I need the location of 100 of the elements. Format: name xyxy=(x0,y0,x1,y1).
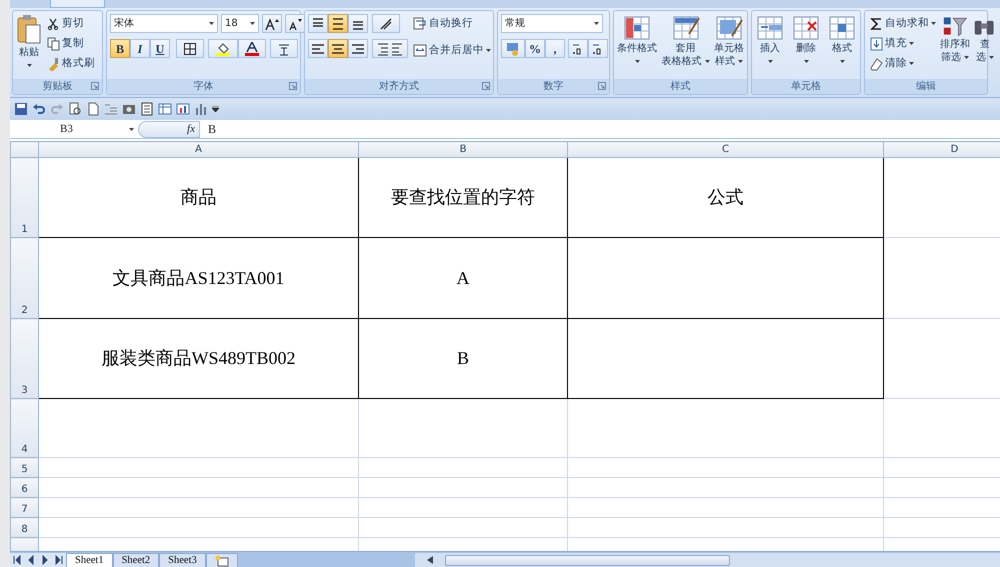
row-header[interactable]: 3 xyxy=(10,318,38,398)
font-color-icon xyxy=(245,42,259,56)
align-center-icon xyxy=(331,42,345,56)
cell-brush-button[interactable]: 单元格 样式 xyxy=(714,14,744,76)
sheet-nav-button[interactable] xyxy=(13,555,21,565)
sheet-tab[interactable]: Sheet2 xyxy=(112,553,160,567)
copy-icon xyxy=(47,36,60,50)
shrink-font-icon xyxy=(288,18,302,30)
sort-filter-button[interactable]: 排序和 筛选 xyxy=(940,14,970,76)
sheet-nav-button[interactable] xyxy=(55,555,63,565)
fill-down-icon xyxy=(870,36,883,50)
toolbar-button[interactable] xyxy=(140,102,154,116)
align-button[interactable] xyxy=(348,14,368,33)
format-cells-button[interactable]: 格式 xyxy=(827,14,857,76)
formula-field[interactable]: B xyxy=(200,120,216,138)
indent-button[interactable] xyxy=(372,39,408,58)
orientation-button[interactable] xyxy=(372,14,400,33)
row-header[interactable]: 4 xyxy=(10,398,38,458)
row-header[interactable]: 1 xyxy=(10,158,38,238)
wrap-text-button[interactable]: 自动换行 xyxy=(411,14,493,33)
format-painter-button[interactable]: 格式刷 xyxy=(45,54,97,73)
borders-button[interactable] xyxy=(176,39,204,58)
brush-icon xyxy=(47,56,60,70)
column-header[interactable]: B xyxy=(358,142,568,158)
paste-button[interactable]: 粘贴 xyxy=(16,14,42,76)
sheet-tab[interactable]: Sheet3 xyxy=(159,553,206,567)
table-cell: 商品 xyxy=(180,187,216,207)
toolbar-button[interactable] xyxy=(86,102,100,116)
align-left-icon xyxy=(311,42,325,56)
align-button[interactable] xyxy=(308,39,328,58)
align-button[interactable] xyxy=(308,14,328,33)
autosum-button[interactable]: 自动求和 xyxy=(868,14,938,33)
toolbar-button[interactable] xyxy=(32,102,46,116)
caret-icon xyxy=(804,60,808,63)
scroll-thumb[interactable] xyxy=(445,554,730,566)
sheet-tab[interactable]: Sheet1 xyxy=(66,553,113,567)
sheet-nav-button[interactable] xyxy=(27,555,35,565)
table-cell: A xyxy=(456,268,470,288)
align-button[interactable] xyxy=(348,39,368,58)
group-label: 编辑 xyxy=(916,80,936,94)
copy-button[interactable]: 复制 xyxy=(45,34,97,53)
column-header[interactable]: D xyxy=(884,142,1000,158)
comma-button[interactable]: , xyxy=(545,39,565,58)
sheet-nav-button[interactable] xyxy=(41,555,49,565)
shrink-font-button[interactable] xyxy=(285,14,305,33)
fill-button[interactable]: 填充 xyxy=(868,34,938,53)
grow-font-icon xyxy=(265,18,279,30)
fill-color-button[interactable] xyxy=(208,39,238,58)
new-sheet-button[interactable] xyxy=(206,553,238,567)
grow-font-button[interactable] xyxy=(262,14,282,33)
toolbar-button[interactable] xyxy=(158,102,172,116)
row-header[interactable]: 6 xyxy=(10,478,38,498)
table-brush-button[interactable]: 套用 表格格式 xyxy=(661,14,710,76)
font-color-button[interactable] xyxy=(238,39,266,58)
underline-button[interactable]: U xyxy=(150,39,170,58)
toolbar-button[interactable] xyxy=(14,102,28,116)
toolbar-button[interactable] xyxy=(68,102,82,116)
decrease-decimal-button[interactable] xyxy=(588,39,608,58)
row-header[interactable]: 7 xyxy=(10,498,38,518)
italic-button[interactable]: I xyxy=(130,39,150,58)
align-button[interactable] xyxy=(328,14,348,33)
name-box[interactable]: B3 xyxy=(10,120,138,138)
new-sheet-icon xyxy=(214,554,229,566)
group-label: 剪贴板 xyxy=(42,80,72,94)
row-header[interactable]: 5 xyxy=(10,458,38,478)
delete-cells-button[interactable]: 删除 xyxy=(791,14,821,76)
caret-icon xyxy=(129,128,134,130)
dialog-launcher-icon xyxy=(289,82,297,90)
page-icon xyxy=(86,102,100,116)
grid-highlight-button[interactable]: 条件格式 xyxy=(617,14,657,76)
font-size-field[interactable]: 18 xyxy=(221,14,259,33)
currency-button[interactable] xyxy=(501,39,525,58)
caret-icon xyxy=(704,60,710,63)
merge-center-button[interactable]: 合并后居中 xyxy=(411,41,493,60)
caret-icon xyxy=(909,42,914,45)
horizontal-scrollbar[interactable] xyxy=(415,553,1000,567)
insert-function-button[interactable]: fx xyxy=(138,120,200,138)
align-button[interactable] xyxy=(328,39,348,58)
number-format-field[interactable]: 常规 xyxy=(501,14,603,33)
eraser-icon xyxy=(870,56,883,70)
column-header[interactable]: A xyxy=(38,142,358,158)
phonetic-button[interactable] xyxy=(270,39,298,58)
caret-icon xyxy=(26,64,32,67)
cell-brush-icon xyxy=(714,14,744,42)
camera-icon xyxy=(122,102,136,116)
customize-toolbar-button[interactable] xyxy=(212,106,219,112)
clear-button[interactable]: 清除 xyxy=(868,54,938,73)
increase-decimal-button[interactable] xyxy=(568,39,588,58)
binoculars-button[interactable]: 查 选 xyxy=(972,14,998,76)
row-header[interactable]: 2 xyxy=(10,238,38,318)
column-header[interactable]: C xyxy=(568,142,884,158)
font-name-field[interactable]: 宋体 xyxy=(110,14,218,33)
bold-button[interactable]: B xyxy=(110,39,130,58)
delete-cells-icon xyxy=(791,14,821,42)
toolbar-button[interactable] xyxy=(176,102,190,116)
insert-cells-button[interactable]: 插入 xyxy=(755,14,785,76)
percent-button[interactable]: % xyxy=(525,39,545,58)
row-header[interactable]: 8 xyxy=(10,518,38,538)
cut-button[interactable]: 剪切 xyxy=(45,14,97,33)
toolbar-button[interactable] xyxy=(122,102,136,116)
